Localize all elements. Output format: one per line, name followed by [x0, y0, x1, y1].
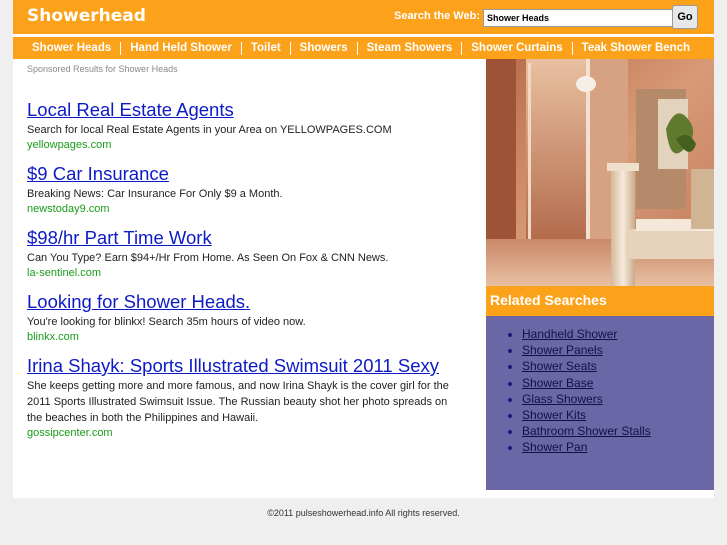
result-description: Can You Type? Earn $94+/Hr From Home. As…	[27, 252, 389, 264]
result-title-link[interactable]: $9 Car Insurance	[27, 163, 452, 185]
list-item: Shower Kits	[522, 407, 714, 423]
nav-item-hand-held-shower[interactable]: Hand Held Shower	[120, 41, 241, 55]
related-searches-panel: Handheld Shower Shower Panels Shower Sea…	[486, 316, 714, 490]
go-button[interactable]: Go	[672, 5, 698, 29]
nav-item-steam-showers[interactable]: Steam Showers	[356, 41, 462, 55]
result-url[interactable]: newstoday9.com	[27, 202, 452, 216]
list-item: Handheld Shower	[522, 326, 714, 342]
nav-item-teak-shower-bench[interactable]: Teak Shower Bench	[571, 41, 699, 55]
list-item: Glass Showers	[522, 391, 714, 407]
search-input[interactable]	[483, 9, 673, 27]
related-link-shower-seats[interactable]: Shower Seats	[522, 359, 597, 373]
result-title-link[interactable]: $98/hr Part Time Work	[27, 227, 452, 249]
result-url[interactable]: yellowpages.com	[27, 138, 452, 152]
site-logo[interactable]: Showerhead	[27, 6, 146, 26]
result-description: Breaking News: Car Insurance For Only $9…	[27, 188, 283, 200]
nav-item-shower-heads[interactable]: Shower Heads	[23, 42, 120, 55]
result-description: Search for local Real Estate Agents in y…	[27, 124, 392, 136]
list-item: Local Real Estate Agents Search for loca…	[27, 99, 452, 152]
result-title-link[interactable]: Irina Shayk: Sports Illustrated Swimsuit…	[27, 355, 452, 377]
bathroom-photo	[486, 59, 714, 286]
related-searches-title: Related Searches	[486, 286, 714, 316]
related-link-shower-base[interactable]: Shower Base	[522, 376, 593, 390]
related-link-bathroom-shower-stalls[interactable]: Bathroom Shower Stalls	[522, 424, 651, 438]
list-item: Looking for Shower Heads. You're looking…	[27, 291, 452, 344]
list-item: $98/hr Part Time Work Can You Type? Earn…	[27, 227, 452, 280]
list-item: $9 Car Insurance Breaking News: Car Insu…	[27, 163, 452, 216]
footer-copyright: ©2011 pulseshowerhead.info All rights re…	[267, 508, 460, 518]
nav-item-toilet[interactable]: Toilet	[240, 41, 290, 55]
list-item: Shower Panels	[522, 342, 714, 358]
result-url[interactable]: la-sentinel.com	[27, 266, 452, 280]
related-link-shower-pan[interactable]: Shower Pan	[522, 440, 587, 454]
search-label: Search the Web:	[394, 10, 480, 22]
page-container: Showerhead Search the Web: Go Shower Hea…	[13, 0, 714, 498]
nav-item-showers[interactable]: Showers	[289, 41, 357, 55]
result-url[interactable]: gossipcenter.com	[27, 426, 452, 440]
related-link-handheld-shower[interactable]: Handheld Shower	[522, 327, 617, 341]
results-list: Local Real Estate Agents Search for loca…	[27, 99, 452, 451]
list-item: Shower Pan	[522, 439, 714, 455]
related-link-glass-showers[interactable]: Glass Showers	[522, 392, 603, 406]
top-nav: Shower Heads Hand Held Shower Toilet Sho…	[13, 37, 714, 59]
result-description: You're looking for blinkx! Search 35m ho…	[27, 316, 306, 328]
related-link-shower-kits[interactable]: Shower Kits	[522, 408, 586, 422]
bathroom-image	[486, 59, 714, 286]
list-item: Shower Seats	[522, 358, 714, 374]
header-bar: Showerhead Search the Web: Go	[13, 0, 714, 34]
result-description: She keeps getting more and more famous, …	[27, 380, 449, 424]
related-link-shower-panels[interactable]: Shower Panels	[522, 343, 603, 357]
list-item: Shower Base	[522, 375, 714, 391]
result-title-link[interactable]: Local Real Estate Agents	[27, 99, 452, 121]
result-title-link[interactable]: Looking for Shower Heads.	[27, 291, 452, 313]
result-url[interactable]: blinkx.com	[27, 330, 452, 344]
related-searches-list: Handheld Shower Shower Panels Shower Sea…	[486, 316, 714, 456]
list-item: Bathroom Shower Stalls	[522, 423, 714, 439]
sponsored-label: Sponsored Results for Shower Heads	[27, 64, 178, 74]
nav-item-shower-curtains[interactable]: Shower Curtains	[461, 41, 571, 55]
list-item: Irina Shayk: Sports Illustrated Swimsuit…	[27, 355, 452, 440]
